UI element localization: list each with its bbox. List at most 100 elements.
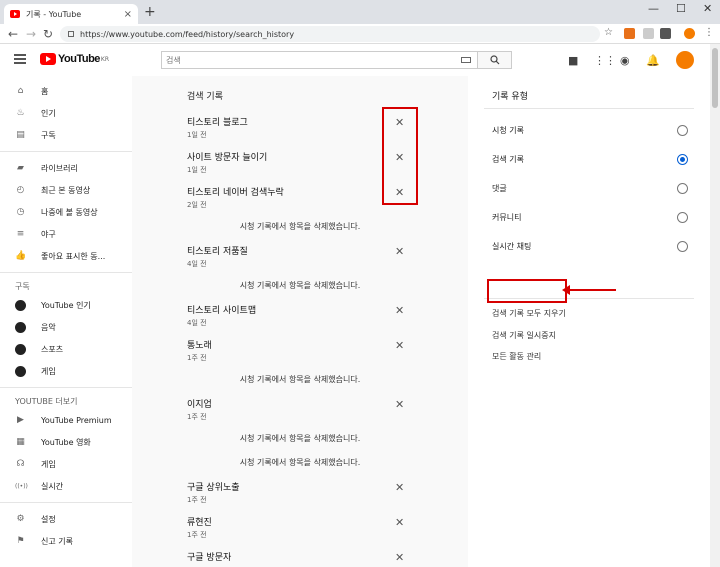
address-bar[interactable]: https://www.youtube.com/feed/history/sea… bbox=[60, 26, 600, 42]
remove-item-close-icon[interactable]: ✕ bbox=[395, 516, 404, 529]
history-type-option[interactable]: 댓글 bbox=[492, 174, 688, 203]
history-timestamp: 1주 전 bbox=[187, 413, 207, 421]
extension-icon[interactable] bbox=[624, 28, 635, 39]
flag-icon: ⚑ bbox=[16, 536, 25, 546]
watch-later-icon: ◷ bbox=[16, 207, 25, 217]
radio-button[interactable] bbox=[677, 241, 688, 252]
sidebar-item-report-history[interactable]: ⚑ 신고 기록 bbox=[0, 530, 132, 552]
scrollbar-thumb[interactable] bbox=[712, 48, 718, 108]
sidebar-item-channel[interactable]: 스포츠 bbox=[0, 338, 132, 360]
youtube-logo[interactable]: YouTube KR bbox=[40, 53, 109, 65]
extension-icon[interactable] bbox=[660, 28, 671, 39]
history-item[interactable]: 티스토리 사이트맵 4일 전 ✕ bbox=[132, 298, 468, 333]
history-query[interactable]: 통노래 bbox=[187, 338, 212, 351]
sidebar-item-label: 인기 bbox=[41, 108, 56, 118]
maximize-button[interactable]: ☐ bbox=[676, 2, 686, 15]
remove-item-close-icon[interactable]: ✕ bbox=[395, 304, 404, 317]
history-type-option[interactable]: 실시간 채팅 bbox=[492, 232, 688, 261]
sidebar-divider bbox=[0, 502, 132, 503]
history-type-label: 댓글 bbox=[492, 184, 507, 193]
history-query[interactable]: 류현진 bbox=[187, 515, 212, 528]
remove-item-close-icon[interactable]: ✕ bbox=[395, 245, 404, 258]
menu-icon[interactable] bbox=[14, 54, 26, 64]
manage-activity-link[interactable]: 모든 활동 관리 bbox=[492, 351, 541, 362]
back-icon[interactable]: ← bbox=[8, 27, 18, 41]
lock-icon bbox=[68, 31, 74, 37]
sidebar-item-premium[interactable]: ▶ YouTube Premium bbox=[0, 409, 132, 431]
history-query[interactable]: 티스토리 네이버 검색누락 bbox=[187, 185, 284, 198]
remove-item-close-icon[interactable]: ✕ bbox=[395, 398, 404, 411]
extension-icon[interactable] bbox=[643, 28, 654, 39]
minimize-button[interactable]: — bbox=[648, 2, 659, 15]
sidebar-item-settings[interactable]: ⚙ 설정 bbox=[0, 508, 132, 530]
radio-button[interactable] bbox=[677, 183, 688, 194]
live-icon: ((•)) bbox=[15, 482, 28, 490]
search-input[interactable] bbox=[166, 55, 461, 65]
search-button[interactable] bbox=[478, 51, 512, 69]
history-type-option[interactable]: 시청 기록 bbox=[492, 116, 688, 145]
sidebar-item-playlist[interactable]: ≡ 야구 bbox=[0, 223, 132, 245]
history-query[interactable]: 티스토리 저품질 bbox=[187, 244, 248, 257]
sidebar-item-trending[interactable]: ♨ 인기 bbox=[0, 102, 132, 124]
radio-button[interactable] bbox=[677, 125, 688, 136]
sidebar-item-channel[interactable]: 게임 bbox=[0, 360, 132, 382]
browser-tab[interactable]: 기록 - YouTube × bbox=[4, 4, 138, 24]
profile-icon[interactable] bbox=[684, 28, 695, 39]
history-item[interactable]: 통노래 1주 전 ✕ bbox=[132, 333, 468, 368]
avatar[interactable] bbox=[676, 51, 694, 69]
history-item[interactable]: 류현진 1주 전 ✕ bbox=[132, 510, 468, 545]
window-close-button[interactable]: ✕ bbox=[703, 2, 712, 15]
history-item[interactable]: 구글 상위노출 1주 전 ✕ bbox=[132, 475, 468, 510]
remove-item-close-icon[interactable]: ✕ bbox=[395, 551, 404, 564]
sidebar-item-watch-later[interactable]: ◷ 나중에 볼 동영상 bbox=[0, 201, 132, 223]
history-item[interactable]: 구글 방문자 ✕ bbox=[132, 545, 468, 567]
radio-button[interactable] bbox=[677, 154, 688, 165]
sidebar-item-subscriptions[interactable]: ▤ 구독 bbox=[0, 124, 132, 146]
sidebar-item-label: 음악 bbox=[41, 322, 56, 332]
messages-icon[interactable]: ◉ bbox=[620, 54, 630, 67]
sidebar-item-home[interactable]: ⌂ 홈 bbox=[0, 80, 132, 102]
sidebar-item-liked[interactable]: 👍 좋아요 표시한 동... bbox=[0, 245, 132, 267]
history-query[interactable]: 티스토리 사이트맵 bbox=[187, 303, 256, 316]
sidebar-section-header: YOUTUBE 더보기 bbox=[15, 396, 78, 406]
create-video-icon[interactable]: ■ bbox=[568, 54, 578, 67]
scrollbar[interactable] bbox=[710, 44, 720, 567]
sidebar-item-library[interactable]: ▰ 라이브러리 bbox=[0, 157, 132, 179]
history-timestamp: 1주 전 bbox=[187, 531, 207, 539]
notifications-icon[interactable]: 🔔 bbox=[646, 54, 660, 67]
history-type-option[interactable]: 커뮤니티 bbox=[492, 203, 688, 232]
remove-item-close-icon[interactable]: ✕ bbox=[395, 339, 404, 352]
reload-icon[interactable]: ↻ bbox=[43, 27, 53, 41]
new-tab-button[interactable]: + bbox=[144, 4, 156, 20]
forward-icon[interactable]: → bbox=[26, 27, 36, 41]
radio-button[interactable] bbox=[677, 212, 688, 223]
history-item[interactable]: 이지업 1주 전 ✕ bbox=[132, 392, 468, 427]
history-type-option[interactable]: 검색 기록 bbox=[492, 145, 688, 174]
sidebar-item-channel[interactable]: YouTube 인기 bbox=[0, 294, 132, 316]
history-query[interactable]: 티스토리 블로그 bbox=[187, 115, 248, 128]
keyboard-icon[interactable] bbox=[461, 57, 471, 63]
history-type-label: 실시간 채팅 bbox=[492, 242, 532, 251]
history-query[interactable]: 사이트 방문자 늘이기 bbox=[187, 150, 267, 163]
history-query[interactable]: 구글 상위노출 bbox=[187, 480, 240, 493]
sidebar-item-history[interactable]: ◴ 최근 본 동영상 bbox=[0, 179, 132, 201]
sidebar-item-label: 스포츠 bbox=[41, 344, 64, 354]
sidebar-library: ▰ 라이브러리 ◴ 최근 본 동영상 ◷ 나중에 볼 동영상 ≡ 야구 👍 좋아요 표시한… bbox=[0, 157, 132, 267]
sidebar-item-movies[interactable]: ▦ YouTube 영화 bbox=[0, 431, 132, 453]
chrome-menu-icon[interactable]: ⋮ bbox=[704, 27, 714, 38]
tab-close-icon[interactable]: × bbox=[124, 9, 132, 20]
remove-item-close-icon[interactable]: ✕ bbox=[395, 481, 404, 494]
sidebar-item-label: 구독 bbox=[41, 130, 56, 140]
history-type-panel: 기록 유형 시청 기록 검색 기록 댓글 커뮤니티 실시간 채팅 검색 기록 모두 지우… bbox=[468, 76, 710, 567]
history-item[interactable]: 티스토리 저품질 4일 전 ✕ bbox=[132, 239, 468, 274]
clear-search-history-link[interactable]: 검색 기록 모두 지우기 bbox=[492, 308, 566, 319]
bookmark-star-icon[interactable]: ☆ bbox=[604, 27, 613, 38]
sidebar-item-live[interactable]: ((•)) 실시간 bbox=[0, 475, 132, 497]
history-query[interactable]: 이지업 bbox=[187, 397, 212, 410]
sidebar-item-gaming[interactable]: ☊ 게임 bbox=[0, 453, 132, 475]
pause-search-history-link[interactable]: 검색 기록 일시중지 bbox=[492, 330, 556, 341]
youtube-favicon-icon bbox=[10, 10, 20, 18]
apps-icon[interactable]: ⋮⋮ bbox=[594, 54, 616, 67]
history-query[interactable]: 구글 방문자 bbox=[187, 550, 231, 563]
sidebar-item-channel[interactable]: 음악 bbox=[0, 316, 132, 338]
